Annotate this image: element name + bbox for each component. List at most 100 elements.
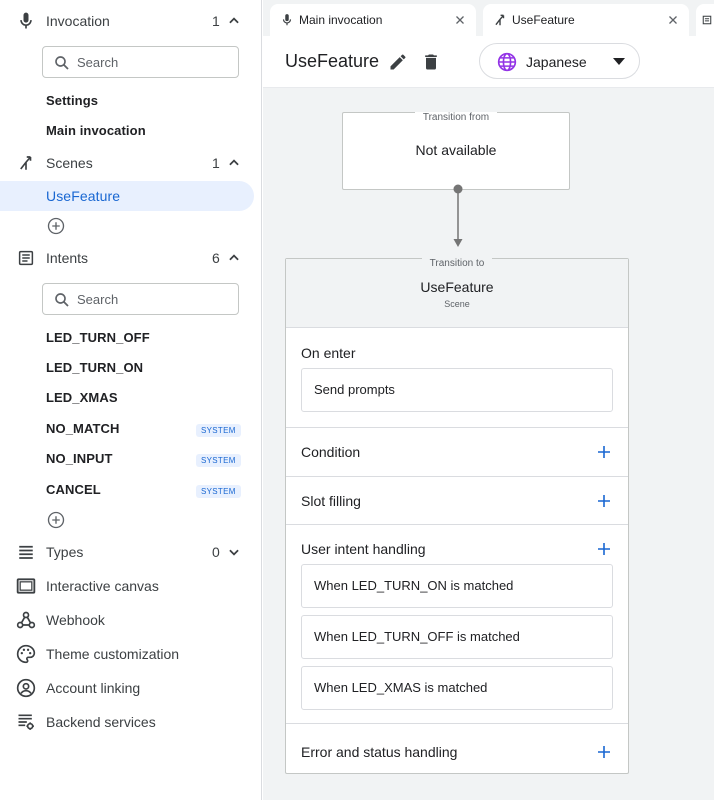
dropdown-arrow-icon xyxy=(613,58,625,65)
sidebar-item-main-invocation[interactable]: Main invocation xyxy=(46,123,146,138)
sidebar-item-label: UseFeature xyxy=(46,188,121,204)
intent-item[interactable]: LED_XMAS xyxy=(46,390,118,405)
sidebar-item-label: Theme customization xyxy=(46,646,180,662)
language-selector[interactable]: Japanese xyxy=(479,43,640,79)
invocation-search-input[interactable] xyxy=(77,52,227,72)
mic-icon xyxy=(16,11,36,31)
edit-icon[interactable] xyxy=(388,52,408,72)
backend-services-icon xyxy=(18,714,34,730)
tab-overflow[interactable] xyxy=(696,4,714,36)
section-condition[interactable]: Condition xyxy=(286,428,628,477)
sidebar-item-interactive-canvas[interactable]: Interactive canvas xyxy=(0,571,262,601)
page-title: UseFeature xyxy=(285,51,380,71)
chevron-up-icon[interactable] xyxy=(226,250,242,266)
section-scenes-count: 1 xyxy=(212,155,220,171)
sidebar-item-usefeature[interactable]: UseFeature xyxy=(0,181,254,211)
add-icon[interactable] xyxy=(598,746,610,758)
scene-card-header: Transition to UseFeature Scene xyxy=(286,258,628,328)
close-icon[interactable] xyxy=(666,13,680,27)
close-icon[interactable] xyxy=(453,13,467,27)
invocation-search[interactable] xyxy=(42,46,239,78)
intent-handler-card[interactable]: When LED_XMAS is matched xyxy=(301,666,613,710)
section-title: User intent handling xyxy=(301,541,426,557)
send-prompts-label: Send prompts xyxy=(314,382,395,397)
scene-name: UseFeature xyxy=(420,279,494,295)
canvas-icon xyxy=(16,578,36,594)
section-types-label: Types xyxy=(46,544,84,560)
intent-item[interactable]: NO_INPUT xyxy=(46,451,113,466)
sidebar-item-label: Account linking xyxy=(46,680,141,696)
transition-to-caption: Transition to xyxy=(421,258,493,269)
intent-item[interactable]: LED_TURN_OFF xyxy=(46,330,150,345)
menu-lines-icon xyxy=(16,542,36,562)
add-icon[interactable] xyxy=(598,495,610,507)
transition-connector xyxy=(453,184,463,247)
scene-icon xyxy=(16,153,36,173)
section-user-intent-handling[interactable]: User intent handling When LED_TURN_ON is… xyxy=(286,525,628,724)
account-circle-icon xyxy=(16,678,36,698)
section-invocation-count: 1 xyxy=(212,13,220,29)
section-error-handling[interactable]: Error and status handling xyxy=(286,724,628,773)
system-badge: SYSTEM xyxy=(196,424,241,437)
scene-header: UseFeature Japanese xyxy=(263,36,714,88)
add-scene-icon[interactable] xyxy=(47,217,65,235)
transition-from-caption: Transition from xyxy=(414,112,498,123)
intent-item[interactable]: LED_TURN_ON xyxy=(46,360,143,375)
scene-type: Scene xyxy=(444,299,470,309)
list-icon xyxy=(702,15,712,25)
tab-label: Main invocation xyxy=(299,13,383,27)
palette-icon xyxy=(16,644,36,664)
section-title: Error and status handling xyxy=(301,744,458,760)
sidebar: Invocation 1 Settings Main invocation Sc… xyxy=(0,0,262,800)
sidebar-item-label: Backend services xyxy=(46,714,156,730)
chevron-down-icon[interactable] xyxy=(226,544,242,560)
mic-icon xyxy=(282,14,292,26)
section-title: On enter xyxy=(301,345,356,361)
transition-from-value: Not available xyxy=(415,142,497,158)
sidebar-item-settings[interactable]: Settings xyxy=(46,93,98,108)
sidebar-item-backend-services[interactable]: Backend services xyxy=(0,707,262,737)
add-icon[interactable] xyxy=(598,543,610,555)
chevron-up-icon[interactable] xyxy=(226,155,242,171)
intent-item[interactable]: CANCEL xyxy=(46,482,101,497)
tab-bar: Main invocation UseFeature xyxy=(263,0,714,36)
tab-main-invocation[interactable]: Main invocation xyxy=(270,4,476,36)
list-icon xyxy=(16,248,36,268)
system-badge: SYSTEM xyxy=(196,485,241,498)
section-scenes[interactable]: Scenes 1 xyxy=(0,146,262,180)
sidebar-item-theme-customization[interactable]: Theme customization xyxy=(0,639,262,669)
section-intents-label: Intents xyxy=(46,250,89,266)
language-label: Japanese xyxy=(526,54,587,70)
section-slot-filling[interactable]: Slot filling xyxy=(286,477,628,525)
add-icon[interactable] xyxy=(598,446,610,458)
sidebar-item-account-linking[interactable]: Account linking xyxy=(0,673,262,703)
tab-usefeature[interactable]: UseFeature xyxy=(483,4,689,36)
send-prompts-card[interactable]: Send prompts xyxy=(301,368,613,412)
section-on-enter[interactable]: On enter Send prompts xyxy=(286,328,628,428)
intents-search[interactable] xyxy=(42,283,239,315)
intents-search-input[interactable] xyxy=(77,289,227,309)
tab-label: UseFeature xyxy=(512,13,575,27)
section-invocation[interactable]: Invocation 1 xyxy=(0,4,262,38)
add-intent-icon[interactable] xyxy=(47,511,65,529)
section-invocation-label: Invocation xyxy=(46,13,110,29)
transition-from-card: Transition from Not available xyxy=(342,112,570,190)
intent-item[interactable]: NO_MATCH xyxy=(46,421,120,436)
sidebar-item-webhook[interactable]: Webhook xyxy=(0,605,262,635)
delete-icon[interactable] xyxy=(421,51,441,73)
section-title: Condition xyxy=(301,444,361,460)
section-types[interactable]: Types 0 xyxy=(0,535,262,569)
sidebar-item-label: Interactive canvas xyxy=(46,578,159,594)
intent-handler-label: When LED_TURN_ON is matched xyxy=(314,578,514,593)
section-scenes-label: Scenes xyxy=(46,155,93,171)
intent-handler-label: When LED_TURN_OFF is matched xyxy=(314,629,520,644)
sidebar-item-label: Webhook xyxy=(46,612,105,628)
scene-icon xyxy=(495,14,505,26)
chevron-up-icon[interactable] xyxy=(226,13,242,29)
main-panel: Main invocation UseFeature UseFeature Ja… xyxy=(263,0,714,800)
section-intents[interactable]: Intents 6 xyxy=(0,241,262,275)
intent-handler-card[interactable]: When LED_TURN_OFF is matched xyxy=(301,615,613,659)
intent-handler-card[interactable]: When LED_TURN_ON is matched xyxy=(301,564,613,608)
scene-card: Transition to UseFeature Scene On enter … xyxy=(285,258,629,774)
section-title: Slot filling xyxy=(301,493,361,509)
